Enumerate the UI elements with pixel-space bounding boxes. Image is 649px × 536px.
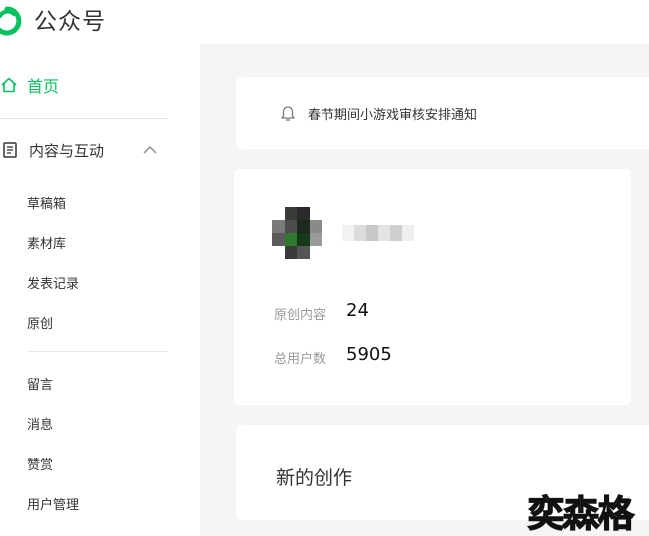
sidebar-item-original[interactable]: 原创 <box>27 313 53 332</box>
watermark-text: 奕森格 <box>527 494 635 535</box>
app-title: 公众号 <box>34 9 106 35</box>
top-bar: 公众号 <box>0 0 649 44</box>
sidebar-divider <box>27 351 168 352</box>
sidebar-item-home-label: 首页 <box>27 77 60 96</box>
stat-label-original: 原创内容 <box>274 308 327 323</box>
sidebar-item-materials[interactable]: 素材库 <box>27 233 66 252</box>
notice-card[interactable]: 春节期间小游戏审核安排通知 <box>236 77 649 149</box>
avatar[interactable] <box>272 207 322 259</box>
bell-icon <box>281 106 295 121</box>
document-icon <box>3 142 17 158</box>
sidebar-item-home[interactable]: 首页 <box>0 72 59 98</box>
sidebar-group-content[interactable]: 内容与互动 <box>0 136 168 164</box>
account-card: 原创内容 24 总用户数 5905 <box>234 169 631 405</box>
sidebar-item-messages[interactable]: 消息 <box>27 414 53 433</box>
sidebar-divider <box>0 118 168 119</box>
sidebar-item-drafts[interactable]: 草稿箱 <box>27 193 66 212</box>
home-icon <box>1 77 17 93</box>
stat-value-users: 5905 <box>346 344 392 365</box>
sidebar-item-publish-records[interactable]: 发表记录 <box>27 273 79 292</box>
stat-value-original: 24 <box>346 300 369 321</box>
wechat-logo-icon[interactable] <box>0 4 24 38</box>
notice-text[interactable]: 春节期间小游戏审核安排通知 <box>308 104 477 123</box>
account-name-redacted <box>342 225 414 241</box>
sidebar-item-rewards[interactable]: 赞赏 <box>27 454 53 473</box>
sidebar-item-user-management[interactable]: 用户管理 <box>27 494 79 513</box>
new-creation-title: 新的创作 <box>276 467 353 489</box>
chevron-up-icon[interactable] <box>142 142 158 158</box>
sidebar-item-comments[interactable]: 留言 <box>27 374 53 393</box>
sidebar-group-label: 内容与互动 <box>29 141 105 160</box>
stat-label-users: 总用户数 <box>274 352 327 367</box>
